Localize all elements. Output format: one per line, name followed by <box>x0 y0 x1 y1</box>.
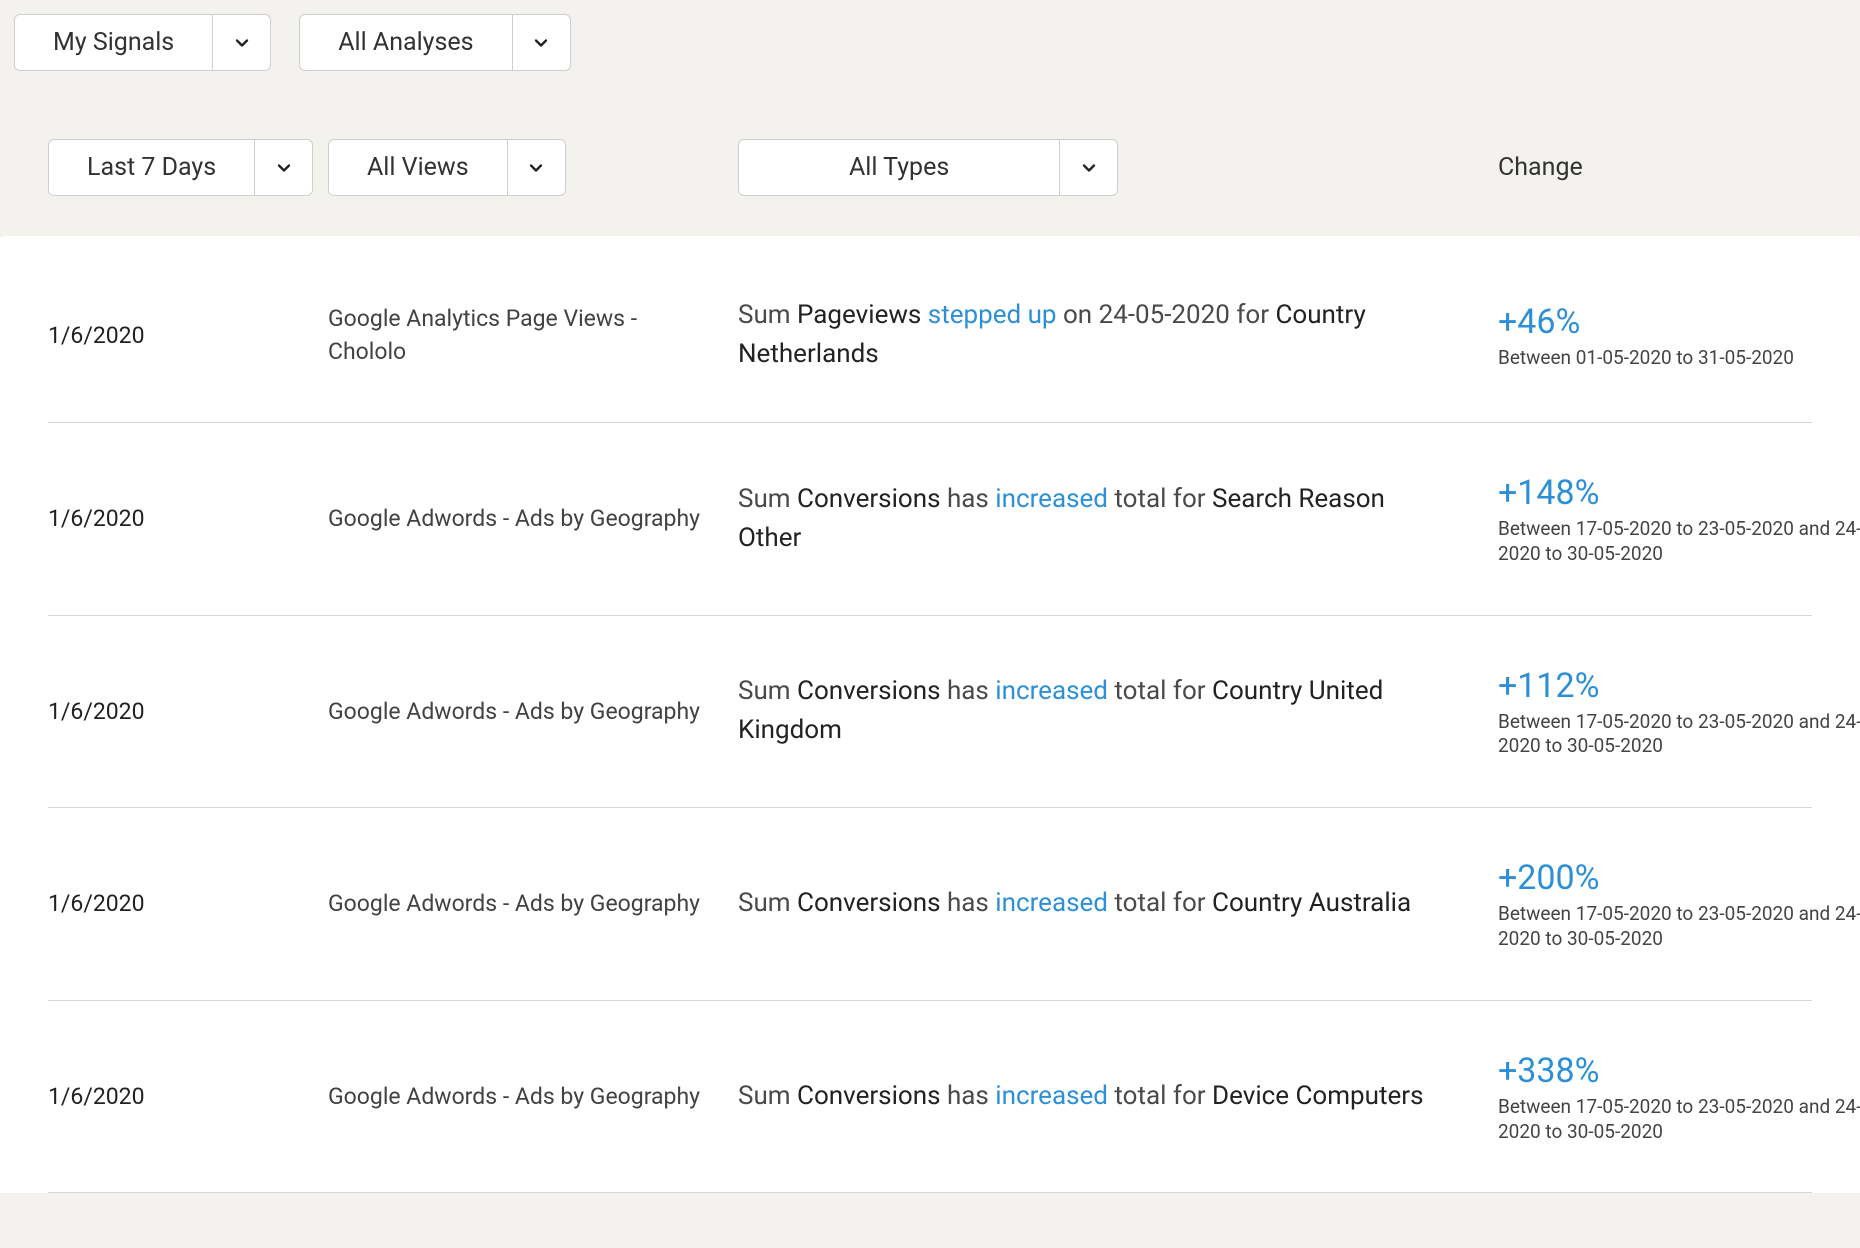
top-filters: My Signals All Analyses <box>0 0 1860 99</box>
insight-link[interactable]: increased <box>995 676 1108 706</box>
views-dropdown[interactable]: All Views <box>328 139 566 196</box>
views-label: All Views <box>329 140 507 195</box>
row-view: Google Adwords - Ads by Geography <box>328 1080 738 1113</box>
change-percent: +200% <box>1498 856 1860 900</box>
chevron-down-icon <box>212 15 270 70</box>
date-range-label: Last 7 Days <box>49 140 254 195</box>
row-date: 1/6/2020 <box>48 322 328 349</box>
row-change: +112% Between 17-05-2020 to 23-05-2020 a… <box>1498 664 1860 760</box>
row-view: Google Analytics Page Views - Chololo <box>328 302 738 369</box>
change-range: Between 17-05-2020 to 23-05-2020 and 24-… <box>1498 710 1860 759</box>
row-view: Google Adwords - Ads by Geography <box>328 502 738 535</box>
types-cell: All Types <box>738 139 1498 196</box>
change-percent: +46% <box>1498 300 1860 344</box>
my-signals-label: My Signals <box>15 15 212 70</box>
change-range: Between 01-05-2020 to 31-05-2020 <box>1498 346 1860 371</box>
insight-link[interactable]: increased <box>995 888 1108 918</box>
chevron-down-icon <box>507 140 565 195</box>
row-description: Sum Conversions has increased total for … <box>738 1077 1498 1116</box>
row-change: +200% Between 17-05-2020 to 23-05-2020 a… <box>1498 856 1860 952</box>
change-range: Between 17-05-2020 to 23-05-2020 and 24-… <box>1498 517 1860 566</box>
row-date: 1/6/2020 <box>48 1083 328 1110</box>
views-cell: All Views <box>328 139 738 196</box>
chevron-down-icon <box>254 140 312 195</box>
row-view: Google Adwords - Ads by Geography <box>328 887 738 920</box>
all-analyses-label: All Analyses <box>300 15 511 70</box>
change-range: Between 17-05-2020 to 23-05-2020 and 24-… <box>1498 902 1860 951</box>
row-change: +338% Between 17-05-2020 to 23-05-2020 a… <box>1498 1049 1860 1145</box>
date-range-dropdown[interactable]: Last 7 Days <box>48 139 313 196</box>
signals-list: 1/6/2020 Google Analytics Page Views - C… <box>0 236 1860 1193</box>
chevron-down-icon <box>512 15 570 70</box>
types-label: All Types <box>739 140 1059 195</box>
row-date: 1/6/2020 <box>48 890 328 917</box>
my-signals-dropdown[interactable]: My Signals <box>14 14 271 71</box>
insight-link[interactable]: increased <box>995 484 1108 514</box>
row-description: Sum Conversions has increased total for … <box>738 480 1498 558</box>
insight-link[interactable]: increased <box>995 1081 1108 1111</box>
column-header-row: Last 7 Days All Views All Types Change <box>0 99 1860 236</box>
row-description: Sum Conversions has increased total for … <box>738 884 1498 923</box>
insight-link[interactable]: stepped up <box>928 300 1057 330</box>
change-percent: +112% <box>1498 664 1860 708</box>
row-description: Sum Conversions has increased total for … <box>738 672 1498 750</box>
table-row[interactable]: 1/6/2020 Google Analytics Page Views - C… <box>48 236 1812 423</box>
row-change: +46% Between 01-05-2020 to 31-05-2020 <box>1498 300 1860 371</box>
types-dropdown[interactable]: All Types <box>738 139 1118 196</box>
row-change: +148% Between 17-05-2020 to 23-05-2020 a… <box>1498 471 1860 567</box>
table-row[interactable]: 1/6/2020 Google Adwords - Ads by Geograp… <box>48 423 1812 616</box>
row-date: 1/6/2020 <box>48 505 328 532</box>
table-row[interactable]: 1/6/2020 Google Adwords - Ads by Geograp… <box>48 808 1812 1001</box>
change-percent: +148% <box>1498 471 1860 515</box>
chevron-down-icon <box>1059 140 1117 195</box>
table-row[interactable]: 1/6/2020 Google Adwords - Ads by Geograp… <box>48 1001 1812 1194</box>
date-range-cell: Last 7 Days <box>48 139 328 196</box>
row-view: Google Adwords - Ads by Geography <box>328 695 738 728</box>
row-description: Sum Pageviews stepped up on 24-05-2020 f… <box>738 296 1498 374</box>
change-range: Between 17-05-2020 to 23-05-2020 and 24-… <box>1498 1095 1860 1144</box>
all-analyses-dropdown[interactable]: All Analyses <box>299 14 570 71</box>
change-percent: +338% <box>1498 1049 1860 1093</box>
table-row[interactable]: 1/6/2020 Google Adwords - Ads by Geograp… <box>48 616 1812 809</box>
change-column-header: Change <box>1498 153 1860 182</box>
row-date: 1/6/2020 <box>48 698 328 725</box>
